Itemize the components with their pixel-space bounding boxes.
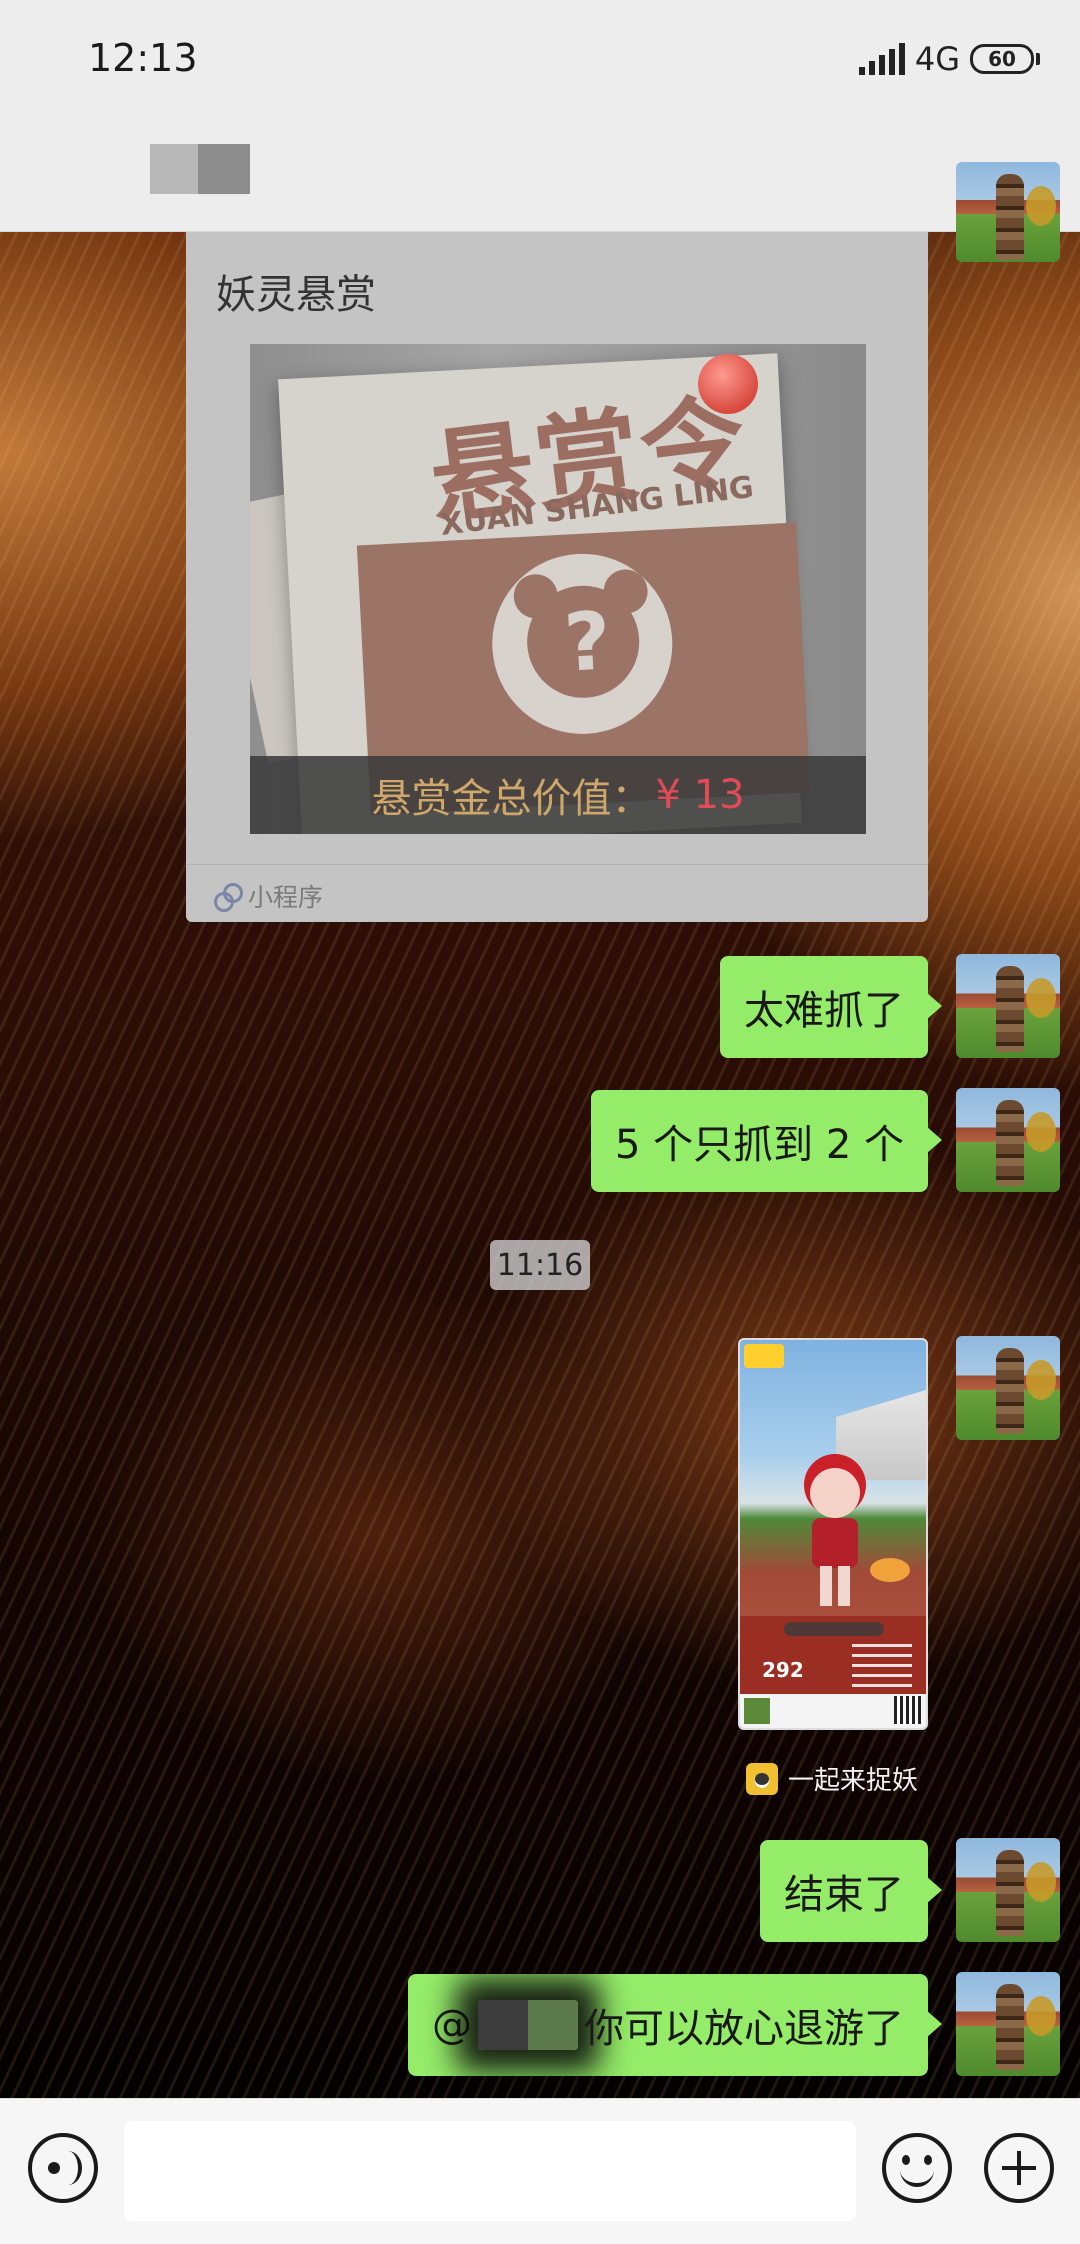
mini-program-label: 小程序	[248, 883, 324, 912]
message-bubble-mention[interactable]: @ 你可以放心退游了	[408, 1974, 942, 2076]
qr-code-icon	[894, 1696, 922, 1724]
app-source-name: 一起来捉妖	[788, 1766, 919, 1796]
avatar[interactable]	[956, 1336, 1060, 1440]
combat-power-value: 292	[762, 1658, 804, 1682]
message-bubble[interactable]: 结束了	[760, 1840, 942, 1942]
status-indicators: 4G 60	[858, 40, 1040, 78]
mention-at: @	[432, 2002, 472, 2048]
mention-name-redacted	[478, 2000, 578, 2050]
network-type: 4G	[914, 40, 960, 78]
app-source[interactable]: 一起来捉妖	[746, 1760, 918, 1797]
mini-program-link-icon	[214, 883, 243, 912]
status-bar: 12:13 4G 60	[0, 0, 1080, 120]
mini-program-footer: 小程序	[214, 878, 323, 914]
mini-program-poster: ? 悬赏令 XUAN SHANG LING 悬赏金总价值： ¥ 13	[250, 344, 866, 834]
signal-icon	[858, 43, 905, 75]
avatar[interactable]	[956, 162, 1060, 262]
message-text: 你可以放心退游了	[584, 2006, 904, 2052]
game-app-icon	[746, 1762, 778, 1795]
prize-amount: ¥ 13	[655, 772, 745, 818]
battery-level: 60	[970, 44, 1034, 74]
chat-header	[0, 120, 1080, 232]
avatar[interactable]	[956, 954, 1060, 1058]
emoji-icon[interactable]	[882, 2133, 952, 2203]
message-bubble[interactable]: 太难抓了	[720, 956, 942, 1058]
mini-program-title: 妖灵悬赏	[216, 272, 376, 318]
question-mark: ?	[561, 594, 614, 690]
prize-label: 悬赏金总价值：	[371, 776, 652, 822]
avatar[interactable]	[956, 1838, 1060, 1942]
avatar[interactable]	[956, 1972, 1060, 2076]
mini-program-card[interactable]: 妖灵悬赏 ? 悬赏令 XUAN SHANG LING 悬赏金总价值： ¥ 13 …	[186, 232, 928, 922]
game-screenshot-image[interactable]: 292	[738, 1338, 928, 1730]
plus-icon[interactable]	[984, 2133, 1054, 2203]
message-timestamp: 11:16	[490, 1240, 590, 1290]
message-bubble[interactable]: 5 个只抓到 2 个	[590, 1090, 943, 1192]
chat-title-redacted	[150, 144, 250, 194]
pushpin-icon	[698, 354, 758, 414]
input-bar	[0, 2098, 1080, 2244]
voice-icon[interactable]	[28, 2133, 98, 2203]
message-input[interactable]	[124, 2121, 856, 2221]
prize-banner: 悬赏金总价值： ¥ 13	[250, 756, 866, 834]
avatar[interactable]	[956, 1088, 1060, 1192]
game-logo-icon	[744, 1344, 784, 1368]
status-time: 12:13	[88, 36, 198, 80]
battery-icon: 60	[970, 44, 1040, 74]
